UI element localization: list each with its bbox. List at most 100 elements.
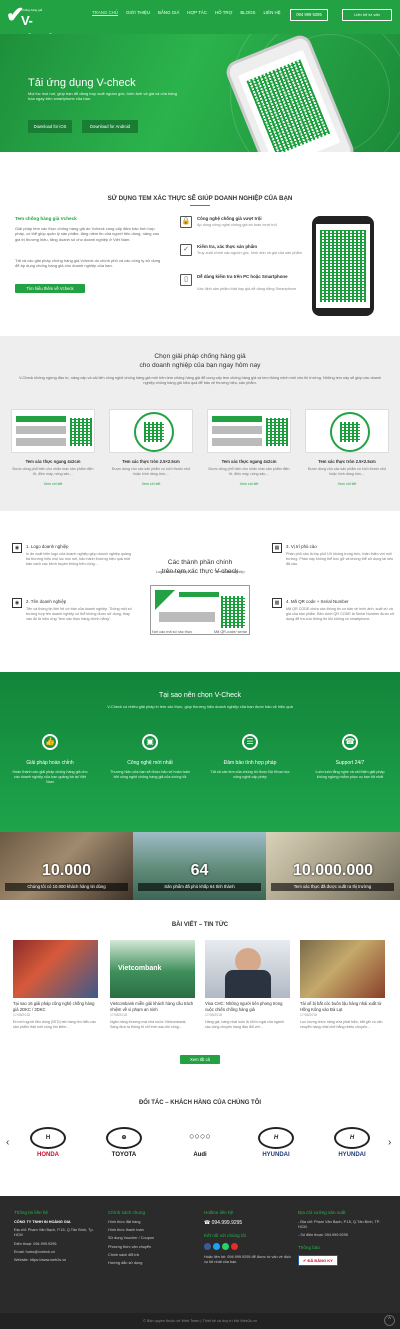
partner-logo[interactable]: H HYUNDAI bbox=[322, 1123, 382, 1161]
why-item: ☎ Support 24/7 Luôn luôn lắng nghe và cả… bbox=[300, 734, 400, 780]
news-title[interactable]: Vietcombank miễn giải khách hàng cầu trá… bbox=[110, 1001, 195, 1012]
partner-name: TOYOTA bbox=[111, 1152, 137, 1158]
check-logo-icon: ✔ bbox=[6, 2, 25, 27]
footer-link[interactable]: Hình thức thanh toán bbox=[108, 1228, 196, 1233]
badge-text: ĐÃ ĐĂNG KÝ bbox=[307, 1257, 333, 1263]
news-desc: Ngân hàng thương mại nhà nước Vietcomban… bbox=[110, 1019, 187, 1029]
label-scratch: Nơi cào mã số xác thực bbox=[152, 630, 193, 634]
partner-name: HONDA bbox=[37, 1152, 59, 1158]
why-title: Giải pháp hoàn chỉnh bbox=[26, 760, 74, 766]
company-name: CÔNG TY TNHH IN HOÀNG GIA bbox=[14, 1220, 71, 1225]
partner-logo[interactable]: ○○○○ Audi bbox=[170, 1123, 230, 1161]
divider bbox=[190, 205, 210, 206]
stat-tile: 10.000.000 Tem xác thực đã được xuất ra … bbox=[266, 832, 400, 900]
stamp-image bbox=[11, 409, 95, 453]
footer-hotline-number[interactable]: ☎ 094.999.9295 bbox=[204, 1220, 292, 1227]
stat-caption: Tem xác thực đã được xuất ra thị trường bbox=[271, 883, 394, 891]
facebook-icon[interactable] bbox=[204, 1243, 211, 1251]
news-thumbnail[interactable] bbox=[205, 940, 290, 998]
label-logo: Logo doanh nghiệp bbox=[156, 570, 189, 574]
download-ios-button[interactable]: Download for iOS bbox=[28, 120, 72, 133]
vcheck-stamp-heading: Tem chống hàng giả Vcheck bbox=[15, 216, 77, 221]
phone-icon: ▯ bbox=[180, 274, 192, 286]
download-android-button[interactable]: Download for Android bbox=[82, 120, 138, 133]
nav-item-about[interactable]: GIỚI THIỆU bbox=[122, 10, 154, 20]
label-name: Tên doanh nghiệp bbox=[214, 570, 245, 574]
footer-factory: Địa chỉ xưởng sản xuất - Địa chỉ: Phạm V… bbox=[298, 1210, 386, 1269]
footer: Thông tin liên hệ CÔNG TY TNHH IN HOÀNG … bbox=[0, 1196, 400, 1313]
news-desc: Đi mới người tiêu dùng (NTD) tấn hàng tì… bbox=[13, 1019, 97, 1029]
news-item[interactable]: Tái xế bị bắt cóc buôn lậu hàng nhái xuấ… bbox=[300, 940, 385, 1030]
registered-badge[interactable]: ✔ ĐÃ ĐĂNG KÝ bbox=[298, 1254, 338, 1267]
news-item[interactable]: Vina CHC: Những người tiên phong trong c… bbox=[205, 940, 290, 1030]
partner-logo[interactable]: H HYUNDAI bbox=[246, 1123, 306, 1161]
footer-link[interactable]: Hình thức đặt hàng bbox=[108, 1220, 196, 1225]
chevron-left-icon[interactable]: ‹ bbox=[6, 1136, 9, 1150]
factory-phone: - Số điện thoại: 094.999.9295 bbox=[298, 1233, 348, 1238]
honda-icon: H bbox=[30, 1127, 66, 1149]
solutions-section: Chọn giải pháp chống hàng giả cho doanh … bbox=[0, 336, 400, 511]
card-more-link[interactable]: Xem chi tiết bbox=[204, 482, 294, 487]
card-more-link[interactable]: Xem chi tiết bbox=[106, 482, 196, 487]
label-qr: Mã QR-code/ serial bbox=[214, 630, 247, 634]
chevron-right-icon[interactable]: › bbox=[388, 1136, 391, 1150]
footer-heading: Hotline liên hệ bbox=[204, 1210, 234, 1215]
footer-link[interactable]: Chính sách đổi trả bbox=[108, 1253, 196, 1258]
phone-mockup bbox=[312, 216, 374, 316]
nav-item-home[interactable]: TRANG CHỦ bbox=[88, 10, 122, 20]
card-more-link[interactable]: Xem chi tiết bbox=[302, 482, 392, 487]
logo[interactable]: ✔ Chống hàng giả V-check bbox=[6, 2, 56, 46]
whatsapp-icon[interactable] bbox=[222, 1243, 229, 1251]
card-more-link[interactable]: Xem chi tiết bbox=[8, 482, 98, 487]
news-item[interactable]: Tại sao 16 giải pháp công nghệ chống hàn… bbox=[13, 940, 98, 1030]
news-desc: Hàng giả, hàng nhái luôn là nỗi lo ngại … bbox=[205, 1019, 284, 1029]
why-desc: Hoàn thành các giải pháp chống hàng giả … bbox=[12, 769, 88, 784]
nav-item-support[interactable]: HỖ TRỢ bbox=[211, 10, 236, 20]
footer-link[interactable]: Hướng dẫn sử dụng bbox=[108, 1261, 196, 1266]
consult-button[interactable]: Liên hệ tư vấn bbox=[342, 9, 392, 21]
twitter-icon[interactable] bbox=[213, 1243, 220, 1251]
why-desc: Tất cả các tem của chúng tôi được Bộ Kho… bbox=[210, 769, 290, 779]
copyright-bar: © Bản quyền thuộc về Web Team | Thiết kế… bbox=[0, 1313, 400, 1329]
partner-name: Audi bbox=[193, 1152, 207, 1158]
footer-heading: Thông báo bbox=[298, 1244, 320, 1250]
news-title[interactable]: Vina CHC: Những người tiên phong trong c… bbox=[205, 1001, 290, 1012]
scratch-icon: ▦ bbox=[272, 543, 282, 553]
why-section: Tại sao nên chọn V-Check V-Check có nhiề… bbox=[0, 672, 400, 832]
hotline-button[interactable]: 094 999 9295 bbox=[290, 9, 328, 21]
news-item[interactable]: Vietcombank Vietcombank miễn giải khách … bbox=[110, 940, 195, 1030]
news-title[interactable]: Tại sao 16 giải pháp công nghệ chống hàn… bbox=[13, 1001, 98, 1012]
view-all-button[interactable]: Xem tất cả bbox=[180, 1055, 220, 1064]
stamp-image bbox=[305, 409, 389, 453]
nav-item-partner[interactable]: HỢP TÁC bbox=[183, 10, 211, 20]
why-title: Đảm bảo tính hợp pháp bbox=[223, 760, 277, 766]
footer-email[interactable]: Email: hotro@vcheck.vn bbox=[14, 1250, 102, 1255]
partner-logo[interactable]: ⊕ TOYOTA bbox=[94, 1123, 154, 1161]
stat-tile: 64 Sản phẩm đã phủ khắp 64 tỉnh thành bbox=[133, 832, 266, 900]
camera-icon: ◉ bbox=[12, 598, 22, 608]
card-title: Tem xác thực ngang 4x2cm bbox=[25, 459, 81, 464]
news-title[interactable]: Tái xế bị bắt cóc buôn lậu hàng nhái xuấ… bbox=[300, 1001, 385, 1012]
hero-desc: Mọi lúc mọi nơi, giúp bạn dễ dàng truy x… bbox=[28, 91, 177, 102]
footer-website[interactable]: Website: https://www.web2s.vn bbox=[14, 1258, 102, 1263]
section-title: SỬ DỤNG TEM XÁC THỰC SẼ GIÚP DOANH NGHIỆ… bbox=[107, 195, 293, 202]
qr-code-icon bbox=[320, 230, 366, 302]
scroll-top-icon[interactable]: ^ bbox=[384, 1315, 395, 1326]
partner-name: HYUNDAI bbox=[338, 1152, 366, 1158]
chip-icon: ▣ bbox=[142, 734, 158, 750]
footer-link[interactable]: Sử dụng Voucher / Coupon bbox=[108, 1236, 196, 1241]
learn-more-button[interactable]: Tìm hiểu thêm về Vcheck bbox=[15, 284, 85, 293]
news-thumbnail[interactable] bbox=[300, 940, 385, 998]
component-desc: In ấn xuất hiện logo của doanh nghiệp gi… bbox=[26, 552, 132, 566]
nav-item-blogs[interactable]: BLOGS bbox=[236, 10, 259, 20]
stamp-diagram bbox=[150, 585, 250, 635]
news-thumbnail[interactable] bbox=[13, 940, 98, 998]
news-thumbnail[interactable]: Vietcombank bbox=[110, 940, 195, 998]
nav-item-contact[interactable]: LIÊN HỆ bbox=[259, 10, 284, 20]
footer-link[interactable]: Phương thức vận chuyển bbox=[108, 1245, 196, 1250]
nav-item-pricing[interactable]: BẢNG GIÁ bbox=[154, 10, 183, 20]
feature-desc: Xác định sản phẩm thật hay giả dễ dàng b… bbox=[197, 287, 297, 291]
youtube-icon[interactable] bbox=[231, 1243, 238, 1251]
partner-logo[interactable]: H HONDA bbox=[18, 1123, 78, 1161]
hero-title: Tải ứng dụng V-check bbox=[28, 77, 136, 89]
